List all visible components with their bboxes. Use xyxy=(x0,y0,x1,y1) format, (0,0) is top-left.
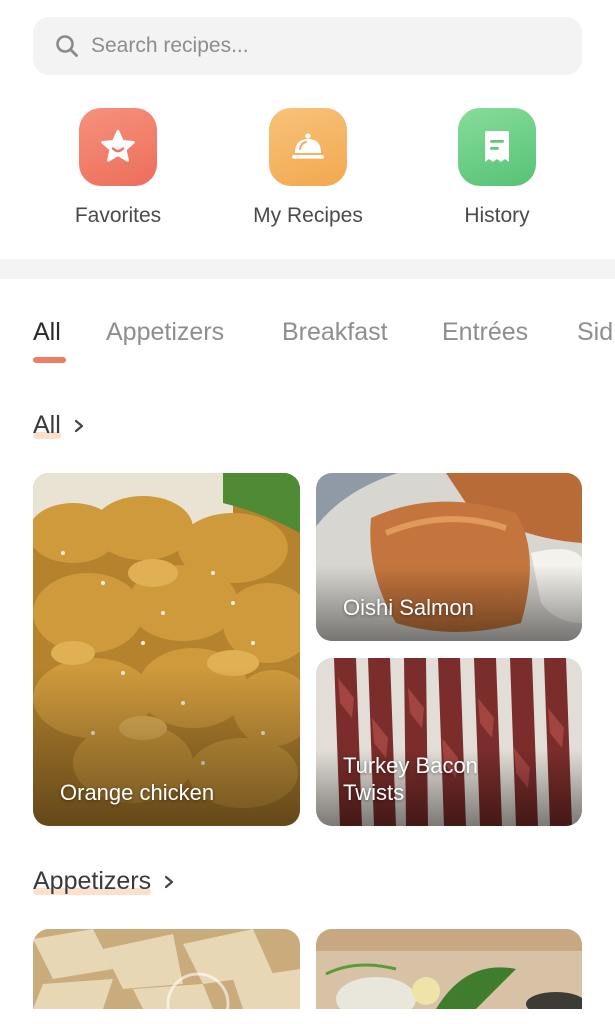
history-shortcut[interactable]: History xyxy=(407,108,587,228)
cloche-icon xyxy=(292,133,324,159)
my-recipes-shortcut[interactable]: My Recipes xyxy=(218,108,398,228)
section-appetizers-header[interactable]: Appetizers xyxy=(33,867,175,896)
section-divider xyxy=(0,259,615,279)
recipe-card-appetizer-1[interactable] xyxy=(33,929,300,1009)
search-icon xyxy=(56,35,78,57)
history-tile[interactable] xyxy=(458,108,536,186)
tab-breakfast[interactable]: Breakfast xyxy=(282,318,388,347)
category-tabs: All Appetizers Breakfast Entrées Sid xyxy=(0,318,615,368)
tab-appetizers[interactable]: Appetizers xyxy=(106,318,224,347)
receipt-icon xyxy=(485,131,509,162)
my-recipes-tile[interactable] xyxy=(269,108,347,186)
recipe-card-appetizer-2[interactable] xyxy=(316,929,582,1009)
tab-all[interactable]: All xyxy=(33,318,61,347)
chevron-right-icon xyxy=(165,875,174,888)
recipe-title: Oishi Salmon xyxy=(343,595,474,620)
section-all-header[interactable]: All xyxy=(33,411,85,440)
section-appetizers-title: Appetizers xyxy=(33,867,152,895)
recipe-card-oishi-salmon[interactable]: Oishi Salmon xyxy=(316,473,582,641)
favorites-label: Favorites xyxy=(74,204,162,227)
recipe-card-turkey-bacon-twists[interactable]: Turkey Bacon Twists xyxy=(316,658,582,826)
tab-entrees[interactable]: Entrées xyxy=(442,318,528,347)
history-label: History xyxy=(464,204,530,227)
chevron-right-icon xyxy=(74,419,83,432)
favorites-tile[interactable] xyxy=(79,108,157,186)
my-recipes-label: My Recipes xyxy=(253,204,363,227)
tortilla-chips-photo xyxy=(33,929,300,1009)
tab-sides[interactable]: Sid xyxy=(577,318,613,347)
favorites-shortcut[interactable]: Favorites xyxy=(28,108,208,228)
recipe-title: Orange chicken xyxy=(60,780,215,805)
search-input[interactable] xyxy=(91,17,561,75)
appetizer-photo xyxy=(316,929,582,1009)
search-bar[interactable] xyxy=(33,17,582,75)
recipe-card-orange-chicken[interactable]: Orange chicken xyxy=(33,473,300,826)
section-all-title: All xyxy=(33,411,61,439)
star-icon xyxy=(101,129,135,162)
active-tab-indicator xyxy=(33,357,66,363)
recipe-title: Turkey Bacon Twists xyxy=(343,753,478,805)
